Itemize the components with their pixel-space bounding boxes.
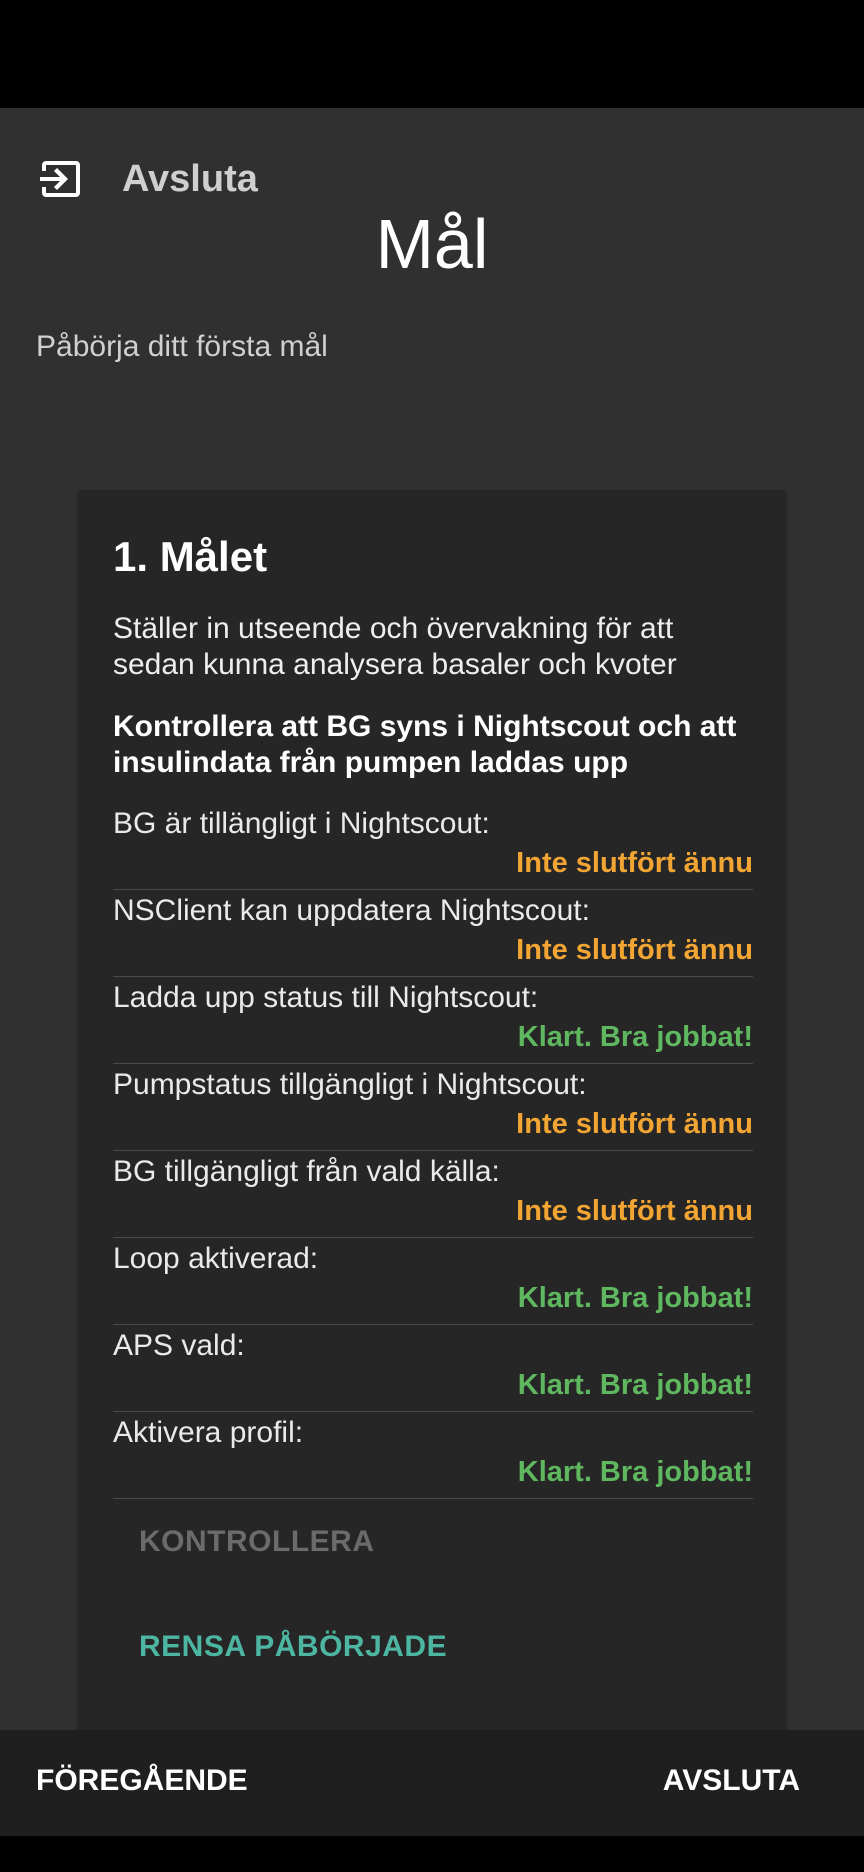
task-row: APS vald: Klart. Bra jobbat! — [113, 1325, 753, 1412]
task-label: BG tillgängligt från vald källa: — [113, 1154, 500, 1188]
task-row: Loop aktiverad: Klart. Bra jobbat! — [113, 1238, 753, 1325]
task-row: BG tillgängligt från vald källa: Inte sl… — [113, 1151, 753, 1238]
header: Avsluta Mål Påbörja ditt första mål — [0, 108, 864, 364]
task-label: Loop aktiverad: — [113, 1241, 319, 1275]
objective-instruction: Kontrollera att BG syns i Nightscout och… — [113, 709, 737, 779]
task-status: Klart. Bra jobbat! — [517, 1455, 753, 1488]
task-label: BG är tillängligt i Nightscout: — [113, 806, 490, 840]
task-label: APS vald: — [113, 1328, 245, 1362]
task-row: Ladda upp status till Nightscout: Klart.… — [113, 977, 753, 1064]
objective-title: 1. Målet — [113, 533, 268, 580]
task-row: NSClient kan uppdatera Nightscout: Inte … — [113, 890, 753, 977]
task-status: Inte slutfört ännu — [516, 933, 753, 966]
page-title: Mål — [375, 205, 489, 283]
objective-description: Ställer in utseende och övervakning för … — [113, 611, 677, 681]
clear-started-button[interactable]: RENSA PÅBÖRJADE — [139, 1630, 447, 1664]
exit-icon — [36, 155, 84, 203]
task-status: Klart. Bra jobbat! — [517, 1281, 753, 1314]
exit-label: Avsluta — [122, 157, 258, 200]
task-label: Aktivera profil: — [113, 1415, 304, 1449]
task-status: Inte slutfört ännu — [516, 1194, 753, 1227]
task-status: Inte slutfört ännu — [516, 1107, 753, 1140]
check-button[interactable]: KONTROLLERA — [139, 1525, 374, 1559]
system-navigation-bar — [0, 1836, 864, 1872]
previous-button[interactable]: FÖREGÅENDE — [36, 1764, 248, 1798]
task-label: NSClient kan uppdatera Nightscout: — [113, 893, 590, 927]
exit-button[interactable]: AVSLUTA — [663, 1764, 800, 1798]
task-label: Pumpstatus tillgängligt i Nightscout: — [113, 1067, 587, 1101]
task-row: Pumpstatus tillgängligt i Nightscout: In… — [113, 1064, 753, 1151]
task-row: Aktivera profil: Klart. Bra jobbat! — [113, 1412, 753, 1499]
task-label: Ladda upp status till Nightscout: — [113, 980, 539, 1014]
bottom-bar: FÖREGÅENDE AVSLUTA — [0, 1730, 864, 1836]
task-status: Inte slutfört ännu — [516, 846, 753, 879]
status-bar — [0, 0, 864, 108]
task-status: Klart. Bra jobbat! — [517, 1020, 753, 1053]
objective-card: 1. Målet Ställer in utseende och övervak… — [77, 490, 787, 1740]
task-status: Klart. Bra jobbat! — [517, 1368, 753, 1401]
task-row: BG är tillängligt i Nightscout: Inte slu… — [113, 803, 753, 890]
page-subtitle: Påbörja ditt första mål — [36, 330, 328, 363]
